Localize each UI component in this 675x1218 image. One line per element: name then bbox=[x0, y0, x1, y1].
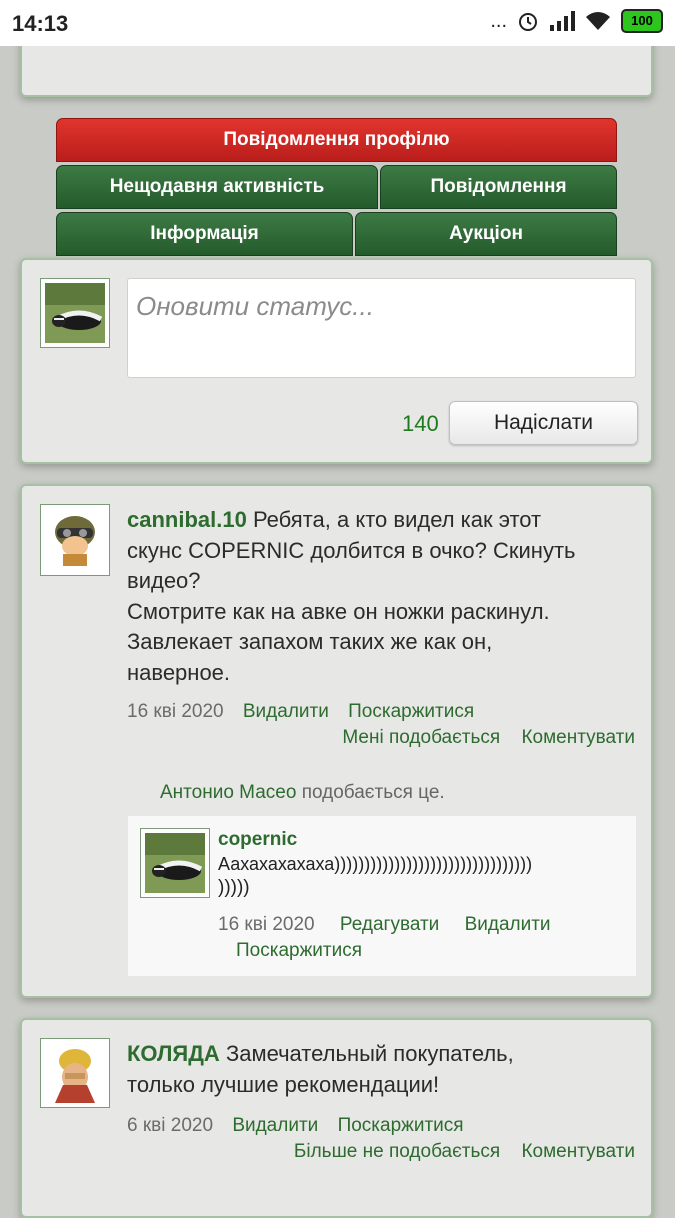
tab-auction[interactable]: Аукціон bbox=[355, 212, 617, 256]
skunk-avatar-image bbox=[145, 833, 205, 893]
liker-link[interactable]: Антонио Масео bbox=[160, 782, 296, 803]
author-avatar[interactable] bbox=[40, 1038, 110, 1108]
post-text-line: Ребята, а кто видел как этот bbox=[252, 507, 542, 532]
post-text-line: Замечательный покупатель, bbox=[225, 1041, 514, 1066]
wifi-icon bbox=[586, 12, 610, 30]
status-placeholder: Оновити статус... bbox=[136, 291, 374, 321]
like-link[interactable]: Мені подобається bbox=[342, 727, 500, 748]
post-text-line: Завлекает запахом таких же как он, bbox=[127, 629, 493, 654]
post-text-line: наверное. bbox=[127, 659, 231, 685]
post-actions-row: Мені подобається Коментувати bbox=[342, 727, 635, 749]
post-text-line: только лучшие рекомендации! bbox=[127, 1071, 440, 1097]
profile-post: cannibal.10 Ребята, а кто видел как этот… bbox=[20, 484, 653, 998]
profile-post: КОЛЯДА Замечательный покупатель, только … bbox=[20, 1018, 653, 1218]
post-body: cannibal.10 Ребята, а кто видел как этот… bbox=[127, 505, 647, 688]
clock: 14:13 bbox=[12, 11, 69, 36]
send-button[interactable]: Надіслати bbox=[449, 401, 638, 445]
post-meta-row: 6 кві 2020 Видалити Поскаржитися bbox=[127, 1115, 464, 1137]
comment-link[interactable]: Коментувати bbox=[521, 1141, 635, 1162]
signal-icon bbox=[550, 11, 575, 31]
comment-item: copernic Аахахахахаха)))))))))))))))))))… bbox=[128, 816, 636, 976]
soldier-avatar-image bbox=[45, 510, 105, 570]
status-composer: Оновити статус... 140 Надіслати bbox=[20, 258, 653, 464]
comment-text-line: Аахахахахаха))))))))))))))))))))))))))))… bbox=[218, 854, 533, 874]
char-counter: 140 bbox=[402, 411, 439, 436]
delete-link[interactable]: Видалити bbox=[243, 701, 329, 722]
post-author-link[interactable]: КОЛЯДА bbox=[127, 1041, 220, 1066]
comment-date: 16 кві 2020 bbox=[218, 914, 315, 935]
skunk-avatar-image bbox=[45, 283, 105, 343]
post-text-line: Смотрите как на авке он ножки раскинул. bbox=[127, 598, 550, 624]
unlike-link[interactable]: Більше не подобається bbox=[294, 1141, 500, 1162]
comment-report-link[interactable]: Поскаржитися bbox=[236, 940, 362, 961]
notification-dots-icon: ... bbox=[490, 9, 507, 32]
post-meta-row: 16 кві 2020 Видалити Поскаржитися bbox=[127, 701, 474, 723]
comment-body: copernic Аахахахахаха)))))))))))))))))))… bbox=[218, 828, 630, 900]
comment-meta-row: 16 кві 2020 Редагувати Видалити bbox=[218, 914, 551, 936]
delete-link[interactable]: Видалити bbox=[232, 1115, 318, 1136]
comment-report-row: Поскаржитися bbox=[236, 940, 362, 962]
status-input[interactable]: Оновити статус... bbox=[127, 278, 636, 378]
comment-text-line: ))))) bbox=[218, 877, 250, 898]
edit-link[interactable]: Редагувати bbox=[340, 914, 439, 935]
koliada-avatar-image bbox=[45, 1043, 105, 1103]
tab-profile-messages[interactable]: Повідомлення профілю bbox=[56, 118, 617, 162]
likes-summary: Антонио Масео подобається це. bbox=[160, 782, 445, 804]
alarm-icon bbox=[519, 13, 537, 31]
battery-icon: 100 bbox=[621, 9, 663, 33]
post-date: 16 кві 2020 bbox=[127, 701, 224, 722]
tab-info[interactable]: Інформація bbox=[56, 212, 353, 256]
post-date: 6 кві 2020 bbox=[127, 1115, 214, 1136]
tab-recent-activity[interactable]: Нещодавня активність bbox=[56, 165, 378, 209]
tab-messages[interactable]: Повідомлення bbox=[380, 165, 617, 209]
post-text-line: видео? bbox=[127, 568, 201, 593]
author-avatar[interactable] bbox=[40, 504, 110, 576]
post-body: КОЛЯДА Замечательный покупатель, только … bbox=[127, 1039, 647, 1100]
report-link[interactable]: Поскаржитися bbox=[338, 1115, 464, 1136]
comment-link[interactable]: Коментувати bbox=[521, 727, 635, 748]
report-link[interactable]: Поскаржитися bbox=[348, 701, 474, 722]
comment-delete-link[interactable]: Видалити bbox=[465, 914, 551, 935]
system-status-bar: 14:13 ... 100 bbox=[0, 0, 675, 46]
post-author-link[interactable]: cannibal.10 bbox=[127, 507, 247, 532]
comment-author-link[interactable]: copernic bbox=[218, 828, 630, 852]
my-avatar bbox=[40, 278, 110, 348]
status-icons: ... 100 bbox=[490, 9, 663, 33]
post-actions-row: Більше не подобається Коментувати bbox=[294, 1141, 635, 1163]
likes-suffix: подобається це. bbox=[301, 782, 445, 803]
post-text-line: скунс COPERNIC долбится в очко? Скинуть bbox=[127, 537, 576, 563]
comment-author-avatar[interactable] bbox=[140, 828, 210, 898]
